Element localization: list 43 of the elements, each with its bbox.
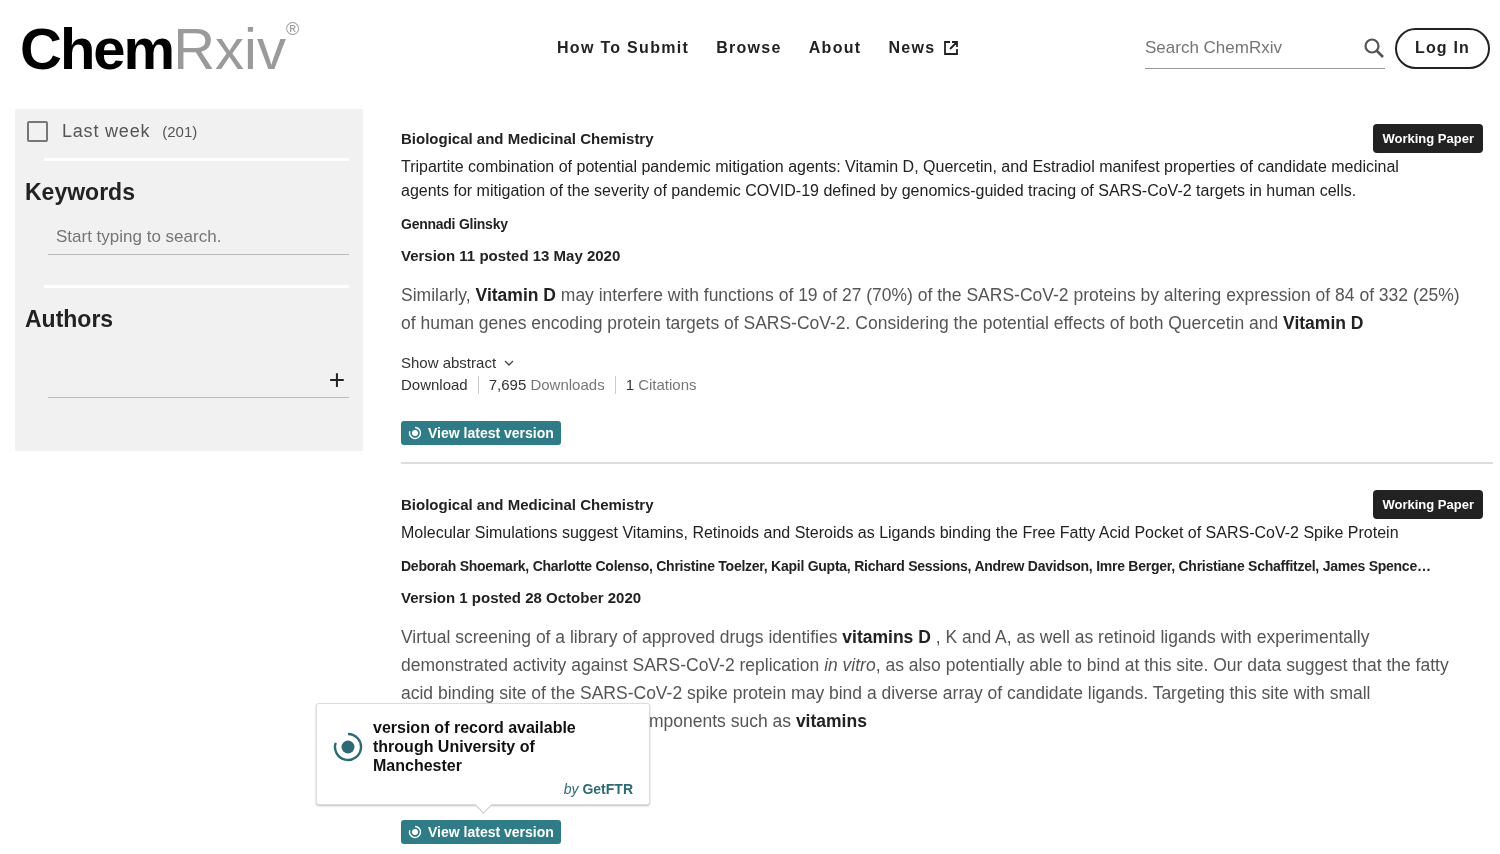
view-latest-version-button[interactable]: View latest version [401, 820, 561, 844]
abstract-text: Similarly, Vitamin D may interfere with functions of 19 of 27 (70%) of the SARS-CoV-2 proteins by altering expression of 84 of 332 (25%) of human genes encoding protein targets of SARS-CoV-2. Considering the potential effects of both Quercetin and Vitamin D [401, 284, 1461, 335]
version-date: Version 11 posted 13 May 2020 [401, 247, 622, 265]
section-heading: Authors [25, 306, 115, 333]
chevron-down-icon [504, 358, 515, 367]
add-icon[interactable]: + [328, 366, 345, 394]
filter-count: (201) [162, 123, 198, 140]
article-title[interactable]: Molecular Simulations suggest Vitamins, Retinoids and Steroids as Ligands binding the Free Fatty Acid Pocket of SARS-CoV-2 Spike Protein [401, 521, 1451, 545]
ring-icon [408, 426, 422, 440]
version-date: Version 1 posted 28 October 2020 [401, 589, 643, 607]
working-paper-badge: Working Paper [1373, 123, 1483, 153]
ring-icon [408, 825, 422, 839]
checkbox[interactable] [27, 121, 48, 142]
nav-link[interactable]: About [808, 39, 862, 57]
category-label: Biological and Medicinal Chemistry [401, 129, 654, 147]
section-heading: Keywords [25, 179, 136, 206]
category-label: Biological and Medicinal Chemistry [401, 495, 654, 513]
abstract-text: mponents such as vitamins [649, 710, 867, 733]
filter-label[interactable]: Last week [62, 121, 151, 142]
downloads-count: 7,695 Downloads [477, 376, 615, 394]
citations-count: 1 Citations [614, 376, 707, 394]
nav-link[interactable]: News [888, 39, 960, 57]
working-paper-badge: Working Paper [1373, 489, 1483, 519]
article-title[interactable]: Tripartite combination of potential pandemic mitigation agents: Vitamin D, Quercetin, and Estradiol manifest properties of candidate medicinal agents for mitigation of the severity of pandemic COVID-19 defined by genomics-guided tracing of SARS-CoV-2 targets in human cells. [401, 155, 1451, 203]
login-button[interactable]: Log In [1395, 27, 1490, 69]
logo-text-light: Rxiv [173, 14, 286, 82]
nav-link[interactable]: How To Submit [557, 39, 690, 57]
author-list: Deborah Shoemark, Charlotte Colenso, Christine Toelzer, Kapil Gupta, Richard Sessions, Andrew Davidson, Imre Berger, Christiane Schaffitzel, James Spence… [401, 557, 1431, 575]
tooltip-text: version of record available through University of Manchester [373, 718, 577, 775]
ring-icon [333, 731, 363, 762]
show-abstract-button[interactable]: Show abstract [401, 354, 515, 371]
authors-field[interactable]: + [48, 363, 349, 398]
view-latest-version-button[interactable]: View latest version [401, 421, 561, 445]
logo-text[interactable]: Chem [20, 14, 174, 82]
download-link[interactable]: Download [401, 376, 478, 394]
search-icon[interactable] [1363, 36, 1385, 59]
external-link-icon[interactable] [943, 40, 960, 56]
keywords-field[interactable]: Start typing to search. [48, 227, 349, 247]
nav-link[interactable]: Browse [716, 39, 782, 57]
provider-credit[interactable]: by GetFTR [333, 781, 633, 797]
search-field[interactable]: Search ChemRxiv [1145, 27, 1363, 68]
registered-mark: ® [285, 18, 300, 39]
author-list: Gennadi Glinsky [401, 215, 508, 233]
